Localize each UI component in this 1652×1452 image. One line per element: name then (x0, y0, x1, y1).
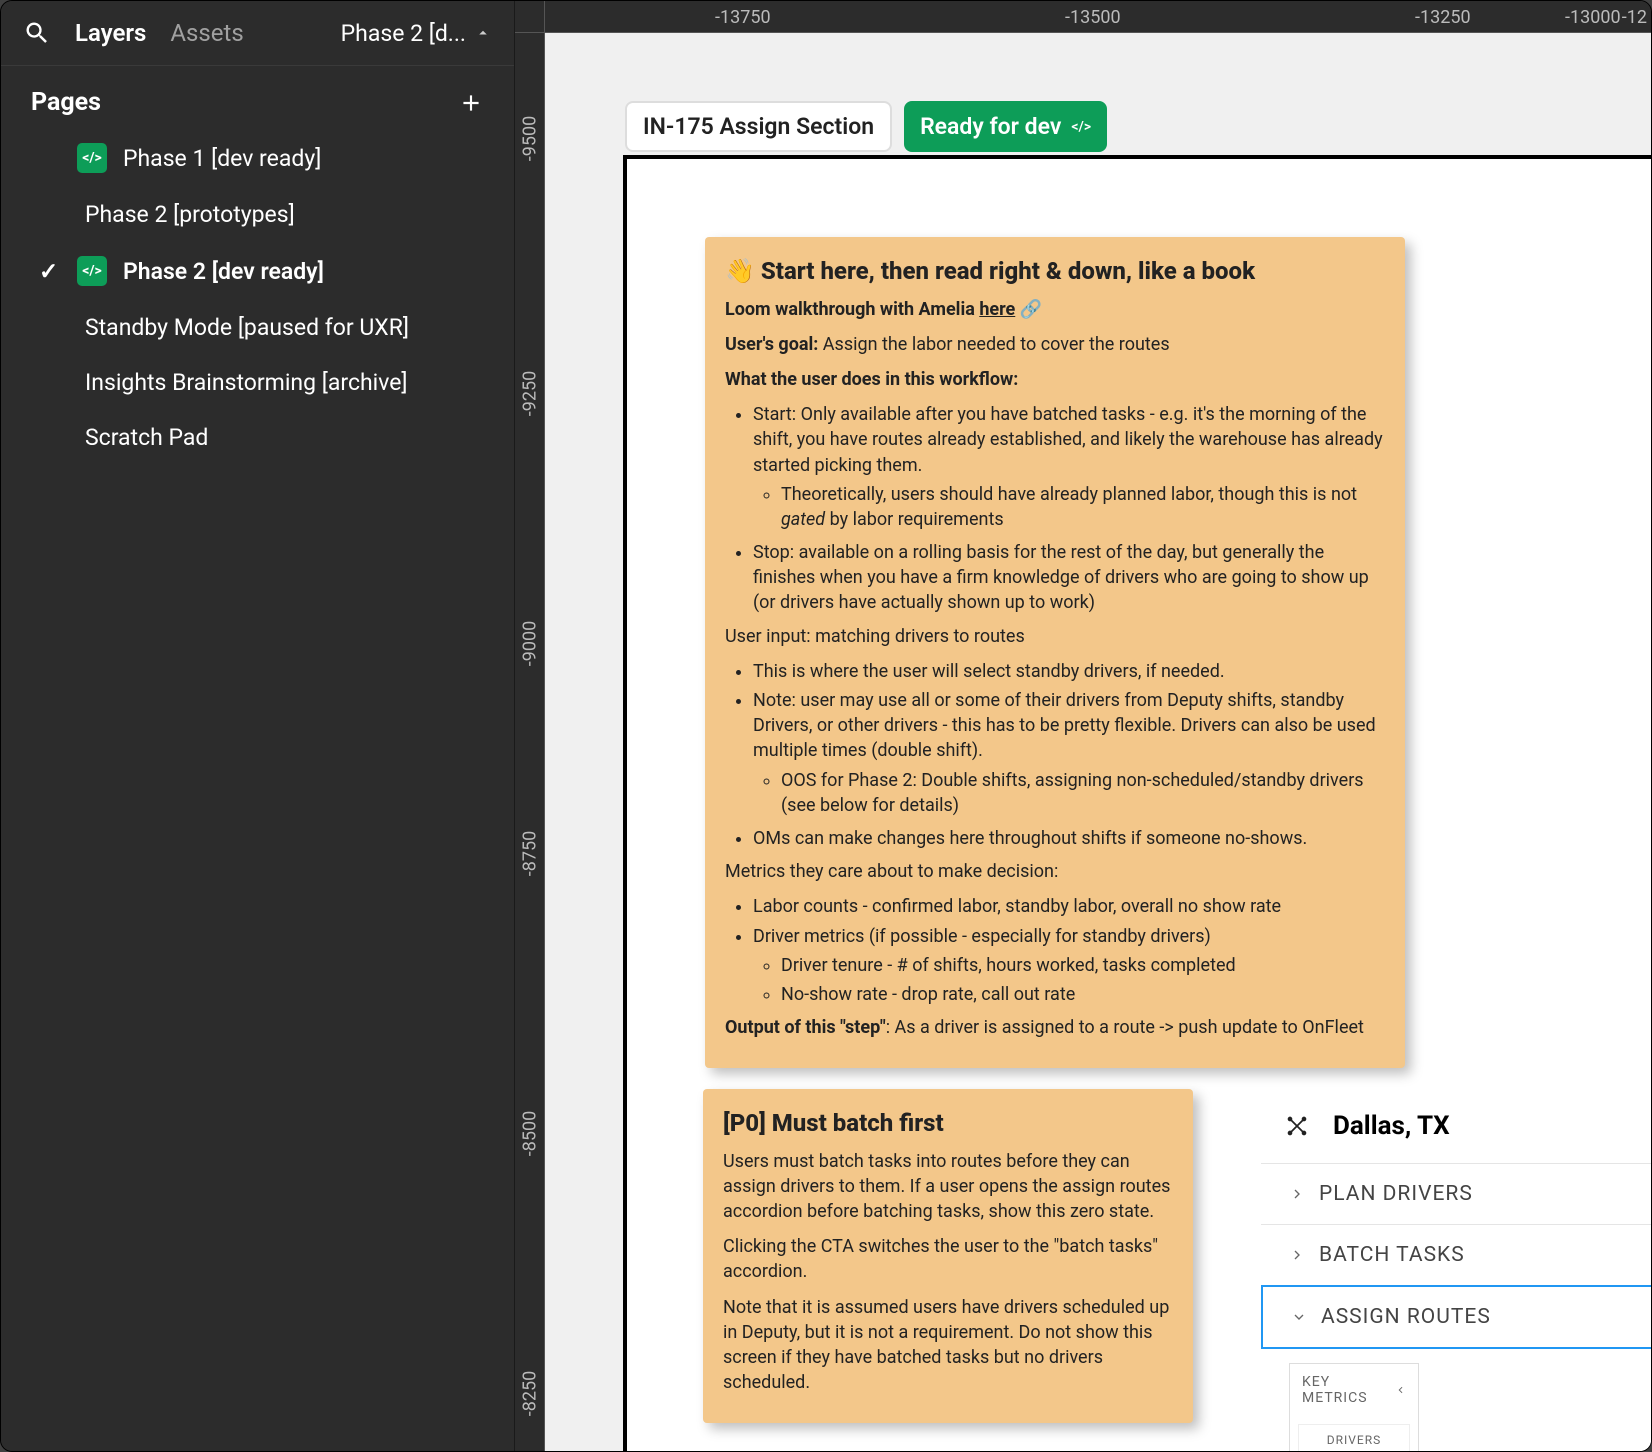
page-item-standby[interactable]: Standby Mode [paused for UXR] (47, 300, 514, 355)
chevron-right-icon (1289, 1247, 1305, 1263)
ruler-tick: -13000 (1565, 7, 1621, 28)
list-item: Stop: available on a rolling basis for t… (753, 540, 1385, 616)
row-label: ASSIGN ROUTES (1321, 1305, 1491, 1329)
key-metrics-label: KEY METRICS (1302, 1374, 1395, 1406)
note-title: [P0] Must batch first (723, 1107, 1173, 1141)
list-item: OMs can make changes here throughout shi… (753, 826, 1385, 851)
page-name: Standby Mode [paused for UXR] (85, 314, 409, 341)
pages-header-label: Pages (31, 88, 101, 117)
sticky-note-start-here[interactable]: 👋 Start here, then read right & down, li… (705, 237, 1405, 1068)
accordion-assign-routes[interactable]: ASSIGN ROUTES (1261, 1285, 1651, 1349)
page-item-phase2-proto[interactable]: Phase 2 [prototypes] (47, 187, 514, 242)
ruler-tick: -8750 (519, 831, 540, 876)
sidebar-top: Layers Assets Phase 2 [d... (1, 1, 514, 66)
dev-ready-badge: </> (77, 256, 107, 286)
page-name: Scratch Pad (85, 424, 208, 451)
user-input-list: This is where the user will select stand… (725, 659, 1385, 851)
row-label: BATCH TASKS (1319, 1243, 1465, 1267)
ruler-tick: -9000 (519, 621, 540, 666)
page-item-phase1[interactable]: </> Phase 1 [dev ready] (1, 129, 514, 187)
mockup-panel[interactable]: Dallas, TX PLAN DRIVERS BATCH TASKS ASSI… (1261, 1089, 1651, 1451)
page-name: Insights Brainstorming [archive] (85, 369, 408, 396)
link-icon: 🔗 (1020, 299, 1042, 320)
ruler-tick: -13500 (1065, 7, 1121, 28)
metrics-list: Labor counts - confirmed labor, standby … (725, 894, 1385, 1007)
accordion-plan-drivers[interactable]: PLAN DRIVERS (1261, 1163, 1651, 1224)
mock-header: Dallas, TX (1261, 1089, 1651, 1163)
sticky-note-p0[interactable]: [P0] Must batch first Users must batch t… (703, 1089, 1193, 1423)
page-item-phase2-dev[interactable]: ✓ </> Phase 2 [dev ready] (1, 242, 514, 300)
status-text: Ready for dev (920, 113, 1061, 140)
ruler-tick: -12 (1622, 7, 1647, 28)
pages-header: Pages (1, 66, 514, 129)
ruler-tick: -9250 (519, 371, 540, 416)
key-metrics-card[interactable]: KEY METRICS DRIVERS (1289, 1363, 1419, 1451)
frame-labels: IN-175 Assign Section Ready for dev </> (625, 101, 1107, 152)
ruler-tick: -8500 (519, 1111, 540, 1156)
ruler-horizontal: -13750 -13500 -13250 -13000 -12 (545, 1, 1651, 33)
key-metrics-header: KEY METRICS (1290, 1364, 1418, 1416)
goal-line: User's goal: Assign the labor needed to … (725, 332, 1385, 357)
list-item: No-show rate - drop rate, call out rate (781, 982, 1385, 1007)
canvas-area[interactable]: -13750 -13500 -13250 -13000 -12 -9500 -9… (515, 1, 1651, 1451)
note-p: Note that it is assumed users have drive… (723, 1295, 1173, 1396)
page-dropdown-label: Phase 2 [d... (341, 20, 466, 47)
left-sidebar: Layers Assets Phase 2 [d... Pages </> Ph… (1, 1, 515, 1451)
page-name: Phase 2 [dev ready] (123, 258, 324, 285)
list-item: OOS for Phase 2: Double shifts, assignin… (781, 768, 1385, 818)
tab-layers[interactable]: Layers (75, 19, 146, 47)
page-dropdown[interactable]: Phase 2 [d... (341, 20, 492, 47)
list-item: Start: Only available after you have bat… (753, 402, 1385, 478)
ruler-tick: -9500 (519, 116, 540, 161)
list-item: This is where the user will select stand… (753, 659, 1385, 684)
dev-ready-badge: </> (77, 143, 107, 173)
workflow-label: What the user does in this workflow: (725, 367, 1385, 392)
ruler-tick: -8250 (519, 1371, 540, 1416)
frame-label-status[interactable]: Ready for dev </> (904, 101, 1107, 152)
check-icon: ✓ (39, 258, 61, 285)
canvas-viewport[interactable]: IN-175 Assign Section Ready for dev </> … (545, 33, 1651, 1451)
list-item: Labor counts - confirmed labor, standby … (753, 894, 1385, 919)
ruler-corner (515, 1, 545, 33)
design-frame[interactable]: 👋 Start here, then read right & down, li… (623, 155, 1651, 1451)
list-item: Driver tenure - # of shifts, hours worke… (781, 953, 1385, 978)
note-p: Clicking the CTA switches the user to th… (723, 1234, 1173, 1284)
output-line: Output of this "step": As a driver is as… (725, 1015, 1385, 1040)
code-icon: </> (1071, 119, 1091, 135)
page-name: Phase 1 [dev ready] (123, 145, 321, 172)
tab-assets[interactable]: Assets (170, 19, 243, 47)
routes-icon (1283, 1112, 1311, 1140)
row-label: PLAN DRIVERS (1319, 1182, 1473, 1206)
drivers-metric: DRIVERS (1298, 1424, 1410, 1451)
loom-line: Loom walkthrough with Amelia here 🔗 (725, 297, 1385, 322)
metrics-label: Metrics they care about to make decision… (725, 859, 1385, 884)
search-icon[interactable] (23, 19, 51, 47)
accordion-batch-tasks[interactable]: BATCH TASKS (1261, 1224, 1651, 1285)
chevron-down-icon (1291, 1309, 1307, 1325)
note-p: Users must batch tasks into routes befor… (723, 1149, 1173, 1225)
frame-label-ticket[interactable]: IN-175 Assign Section (625, 101, 892, 152)
note-title: 👋 Start here, then read right & down, li… (725, 255, 1385, 289)
list-item: Note: user may use all or some of their … (753, 688, 1385, 764)
loom-link[interactable]: here (979, 299, 1015, 320)
workflow-list: Start: Only available after you have bat… (725, 402, 1385, 616)
page-item-insights[interactable]: Insights Brainstorming [archive] (47, 355, 514, 410)
list-item: Theoretically, users should have already… (781, 482, 1385, 532)
ruler-vertical: -9500 -9250 -9000 -8750 -8500 -8250 (515, 33, 545, 1451)
list-item: Driver metrics (if possible - especially… (753, 924, 1385, 949)
chevron-up-icon (474, 24, 492, 42)
user-input-label: User input: matching drivers to routes (725, 624, 1385, 649)
chevron-left-icon[interactable] (1395, 1384, 1406, 1396)
add-page-icon[interactable] (458, 90, 484, 116)
drivers-label: DRIVERS (1327, 1433, 1382, 1447)
city-name: Dallas, TX (1333, 1111, 1450, 1141)
app-frame: Layers Assets Phase 2 [d... Pages </> Ph… (0, 0, 1652, 1452)
ruler-tick: -13750 (715, 7, 771, 28)
chevron-right-icon (1289, 1186, 1305, 1202)
ruler-tick: -13250 (1415, 7, 1471, 28)
page-item-scratch[interactable]: Scratch Pad (47, 410, 514, 465)
page-name: Phase 2 [prototypes] (85, 201, 295, 228)
